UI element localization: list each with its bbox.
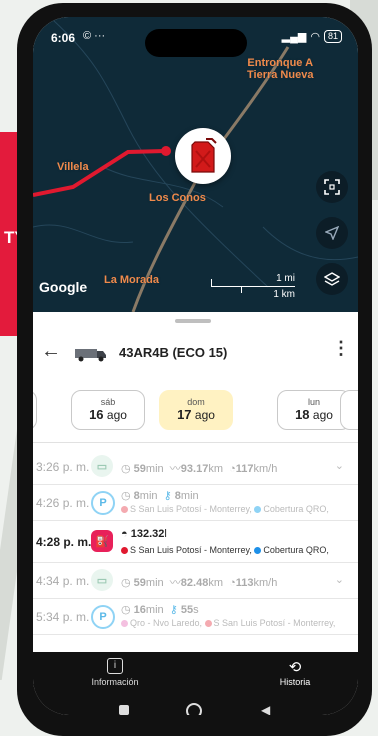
speedometer-icon: ◔ — [229, 463, 236, 475]
stop-stats: ◷ 8min ⚷ 8min — [121, 490, 199, 502]
day-tab-dom[interactable]: dom 17 ago — [159, 390, 233, 430]
fullscreen-button[interactable] — [316, 171, 348, 203]
clock-icon: ◷ — [121, 604, 131, 616]
timeline-row[interactable]: 5:34 p. m. P ◷ 16min ⚷ 55s Qro - Nvo Lar… — [33, 598, 358, 635]
back-triangle-icon[interactable]: ◀ — [261, 703, 270, 715]
timeline-row-selected[interactable]: 4:28 p. m. ⛽ ◓ 132.32l S San Luis Potosí… — [33, 520, 358, 563]
map-view[interactable]: 6:06 © ··· ▂▄▆ ◠ 81 Entronque A Tierra N… — [33, 17, 358, 312]
map-scale: 1 mi 1 km — [211, 273, 295, 301]
clock-icon: ◷ — [121, 463, 131, 475]
divider — [33, 442, 358, 443]
clock-icon: ◷ — [121, 490, 131, 502]
phone-frame: 6:06 © ··· ▂▄▆ ◠ 81 Entronque A Tierra N… — [17, 3, 372, 736]
map-label-la-morada: La Morada — [104, 274, 160, 286]
event-time: 5:34 p. m. — [36, 610, 90, 624]
map-label-los-conos: Los Conos — [149, 192, 206, 204]
status-time: 6:06 — [51, 31, 76, 45]
info-icon: i — [107, 658, 123, 674]
key-icon: ⚷ — [163, 490, 172, 502]
event-time: 4:26 p. m. — [36, 496, 90, 510]
system-navigation-bar: ◀ — [33, 703, 358, 715]
stop-stats: ◷ 16min ⚷ 55s — [121, 604, 199, 616]
day-tab-sab[interactable]: sáb 16 ago — [71, 390, 145, 430]
map-label-entronque: Entronque A Tierra Nueva — [247, 57, 314, 81]
wifi-icon: ◠ — [310, 31, 320, 43]
car-icon: ▭ — [91, 569, 113, 591]
fullscreen-icon — [324, 179, 340, 195]
layers-icon — [324, 272, 340, 286]
chevron-down-icon[interactable]: ⌄ — [335, 459, 344, 472]
drop-icon: ◓ — [121, 528, 128, 540]
day-prev-partial[interactable] — [33, 390, 37, 430]
nav-informacion[interactable]: i Información — [85, 658, 145, 687]
nav-historia[interactable]: ⟲ Historia — [265, 658, 325, 687]
battery-icon: 81 — [323, 30, 342, 43]
back-arrow-icon[interactable]: ← — [41, 340, 61, 363]
scale-km: 1 km — [273, 289, 295, 300]
truck-icon — [75, 349, 106, 362]
status-notification-icons: © ··· — [83, 30, 106, 42]
signal-icon: ▂▄▆ — [281, 31, 307, 43]
event-time: 4:28 p. m. — [36, 535, 92, 549]
stop-locations: S San Luis Potosí - Monterrey, Cobertura… — [121, 504, 329, 514]
timeline-row[interactable]: 3:26 p. m. ▭ ◷ 59min 〰93.17km ◔117km/h ⌄ — [33, 448, 358, 485]
distance-icon: 〰 — [169, 463, 181, 475]
fuel-locations: S San Luis Potosí - Monterrey, Cobertura… — [121, 545, 329, 555]
fuel-marker[interactable] — [175, 128, 231, 184]
timeline-row[interactable]: 4:34 p. m. ▭ ◷ 59min 〰82.48km ◔113km/h ⌄ — [33, 562, 358, 599]
clock-icon: ◷ — [121, 577, 131, 589]
distance-icon: 〰 — [169, 577, 181, 589]
sheet-header: ← 43AR4B (ECO 15) ⋮ — [33, 334, 358, 374]
key-icon: ⚷ — [169, 604, 178, 616]
recents-icon[interactable] — [119, 705, 129, 715]
event-time: 4:34 p. m. — [36, 574, 90, 588]
stop-locations: Qro - Nvo Laredo, S San Luis Potosí - Mo… — [121, 618, 335, 628]
fuel-icon: ⛽ — [91, 530, 113, 552]
more-options-icon[interactable]: ⋮ — [332, 338, 350, 359]
trip-sheet: ← 43AR4B (ECO 15) ⋮ sáb 16 ago dom 17 ag… — [33, 312, 358, 652]
locate-button[interactable] — [316, 217, 348, 249]
day-next-partial[interactable] — [340, 390, 358, 430]
chevron-down-icon[interactable]: ⌄ — [335, 573, 344, 586]
event-time: 3:26 p. m. — [36, 460, 90, 474]
parking-icon: P — [91, 605, 115, 629]
scale-miles: 1 mi — [276, 273, 295, 284]
fuel-can-icon — [191, 138, 217, 173]
fuel-amount: ◓ 132.32l — [121, 528, 167, 540]
home-icon[interactable] — [186, 703, 202, 715]
parking-icon: P — [91, 491, 115, 515]
history-icon: ⟲ — [288, 659, 302, 676]
layers-button[interactable] — [316, 263, 348, 295]
system-icons: ▂▄▆ ◠ 81 — [282, 30, 342, 43]
sheet-drag-handle[interactable] — [175, 319, 211, 323]
day-selector: sáb 16 ago dom 17 ago lun 18 ago — [33, 390, 358, 432]
drive-stats: ◷ 59min 〰82.48km ◔113km/h — [121, 577, 278, 589]
speedometer-icon: ◔ — [229, 577, 236, 589]
timeline-row[interactable]: 4:26 p. m. P ◷ 8min ⚷ 8min S San Luis Po… — [33, 484, 358, 521]
google-attribution: Google — [39, 279, 88, 295]
vehicle-name: 43AR4B (ECO 15) — [119, 345, 228, 360]
navigation-arrow-icon — [325, 226, 339, 240]
car-icon: ▭ — [91, 455, 113, 477]
drive-stats: ◷ 59min 〰93.17km ◔117km/h — [121, 463, 278, 475]
map-label-villela: Villela — [57, 161, 89, 173]
status-bar: 6:06 © ··· ▂▄▆ ◠ 81 — [33, 29, 358, 49]
app-screen: 6:06 © ··· ▂▄▆ ◠ 81 Entronque A Tierra N… — [33, 17, 358, 715]
